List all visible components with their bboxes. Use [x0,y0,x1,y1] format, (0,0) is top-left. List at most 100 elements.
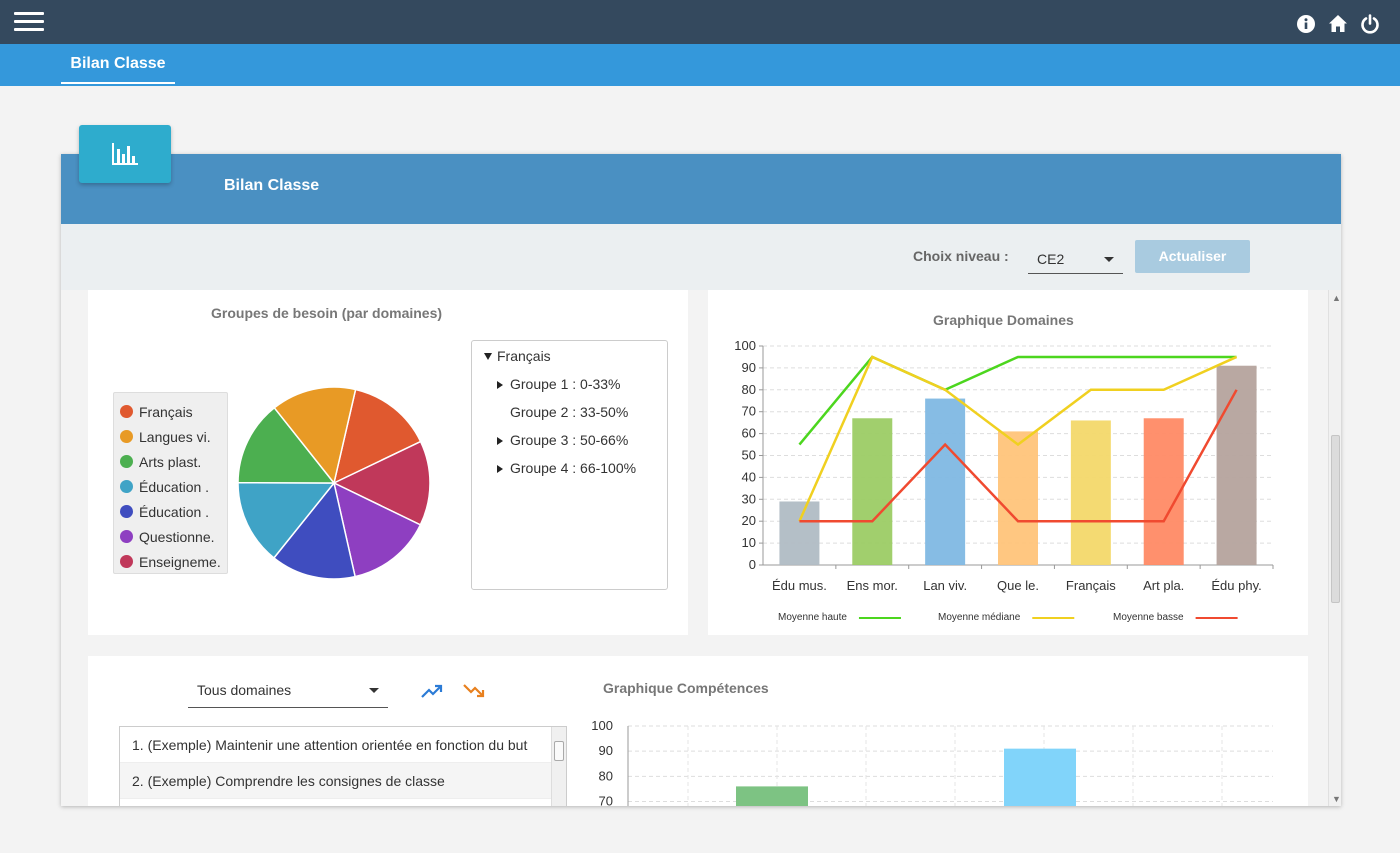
groupes-tree: Français Groupe 1 : 0-33% Groupe 2 : 33-… [471,340,668,590]
list-scroll-thumb[interactable] [554,741,564,761]
legend-label: Enseigneme. [139,553,221,570]
info-icon[interactable] [1296,14,1316,34]
legend-label: Français [139,403,193,420]
legend-dot [120,530,133,543]
legend-item[interactable]: Questionne. [114,524,227,549]
actualiser-button[interactable]: Actualiser [1135,240,1250,273]
x-tick-label: Ens mor. [847,578,898,593]
caret-right-icon [497,465,503,473]
domain-select[interactable]: Tous domaines [188,671,388,708]
y-tick-label: 20 [742,513,756,528]
pie-legend: Français Langues vi. Arts plast. Éducation … [113,392,228,574]
y-tick-label: 40 [742,469,756,484]
legend-item[interactable]: Éducation . [114,474,227,499]
chevron-down-icon [369,688,379,693]
bar [779,501,820,565]
bilan-card: Bilan Classe Choix niveau : CE2 Actualis… [61,154,1341,806]
top-icons [1296,14,1380,34]
tab-bilan-classe[interactable]: Bilan Classe [61,54,175,84]
legend-dot [120,405,133,418]
y-tick-label: 70 [742,404,756,419]
niveau-select[interactable]: CE2 [1028,242,1123,274]
tree-item-label: Groupe 2 : 33-50% [510,404,629,420]
legend-label: Éducation . [139,478,210,495]
x-tick-label: Art pla. [1143,578,1184,593]
trending-up-icon[interactable] [420,681,444,701]
bar [852,418,893,565]
tree-item-groupe-3[interactable]: Groupe 3 : 50-66% [497,432,628,448]
y-tick-label: 80 [599,768,613,783]
niveau-select-value: CE2 [1037,251,1065,267]
menu-icon[interactable] [14,12,44,32]
content-scrollbar[interactable]: ▲ ▼ [1328,290,1341,806]
tree-item-label: Groupe 1 : 0-33% [510,376,621,392]
y-tick-label: 100 [734,338,756,353]
scroll-up-icon[interactable]: ▲ [1332,293,1341,303]
scroll-down-icon[interactable]: ▼ [1332,794,1341,804]
competences-chart: 70 80 90 100 [591,718,1273,806]
list-item[interactable]: 1. (Exemple) Maintenir une attention ori… [120,727,552,763]
y-tick-label: 60 [742,426,756,441]
tree-root-francais[interactable]: Français [484,348,551,364]
x-tick-label: Édu mus. [772,578,827,593]
bar [998,431,1038,565]
legend-dot [120,555,133,568]
list-item[interactable]: 2. (Exemple) Comprendre les consignes de… [120,763,552,799]
tree-item-label: Groupe 3 : 50-66% [510,432,629,448]
legend-dot [120,430,133,443]
legend-item[interactable]: Langues vi. [114,424,227,449]
legend-label: Langues vi. [139,428,211,445]
legend-item[interactable]: Arts plast. [114,449,227,474]
legend-dot [120,455,133,468]
caret-right-icon [497,381,503,389]
card-badge [79,125,171,183]
bar [1216,365,1257,565]
x-tick-label: Que le. [997,578,1039,593]
power-icon[interactable] [1360,14,1380,34]
y-tick-label: 80 [742,382,756,397]
chevron-down-icon [1104,257,1114,262]
home-icon[interactable] [1328,14,1348,34]
tree-item-groupe-1[interactable]: Groupe 1 : 0-33% [497,376,621,392]
legend-label: Arts plast. [139,453,202,470]
bar [1004,748,1076,806]
bar-chart-icon [112,143,138,165]
legend-label: Moyenne basse [1113,612,1184,623]
tree-item-groupe-4[interactable]: Groupe 4 : 66-100% [497,460,636,476]
bar [925,398,966,565]
legend-label: Éducation . [139,503,210,520]
card-header: Bilan Classe [61,154,1341,224]
caret-right-icon [497,437,503,445]
bar [736,786,808,806]
y-tick-label: 10 [742,535,756,550]
scroll-thumb[interactable] [1331,435,1340,603]
y-tick-label: 50 [742,448,756,463]
sub-bar: Bilan Classe [0,44,1400,86]
legend-item[interactable]: Éducation . [114,499,227,524]
y-tick-label: 100 [591,718,613,733]
legend-label: Questionne. [139,528,215,545]
legend-dot [120,505,133,518]
x-tick-label: Lan viv. [923,578,967,593]
bar [1070,420,1111,565]
groupes-panel: Groupes de besoin (par domaines) Françai… [88,290,688,635]
card-title: Bilan Classe [224,177,320,194]
competences-panel: Tous domaines 1. (Exemple) Maintenir une… [88,656,1308,806]
pie-chart [237,386,431,580]
x-tick-label: Édu phy. [1211,578,1261,593]
y-tick-label: 90 [742,360,756,375]
legend-item[interactable]: Français [114,399,227,424]
legend-item[interactable]: Enseigneme. [114,549,227,574]
domaines-panel: Graphique Domaines 0 10 20 30 40 50 60 70 80 90 10… [708,290,1308,635]
trending-down-icon[interactable] [462,681,486,701]
list-scrollbar[interactable] [551,727,566,806]
domaines-chart: 0 10 20 30 40 50 60 70 80 90 100 Édu mus. Ens mor. La… [734,338,1274,623]
y-tick-label: 0 [749,557,756,572]
x-tick-label: Français [1066,578,1116,593]
choix-niveau-label: Choix niveau : [913,248,1009,264]
domain-select-value: Tous domaines [197,682,292,698]
legend-label: Moyenne haute [778,612,847,623]
y-tick-label: 30 [742,491,756,506]
competences-list: 1. (Exemple) Maintenir une attention ori… [119,726,567,806]
tree-item-groupe-2[interactable]: Groupe 2 : 33-50% [497,404,628,420]
